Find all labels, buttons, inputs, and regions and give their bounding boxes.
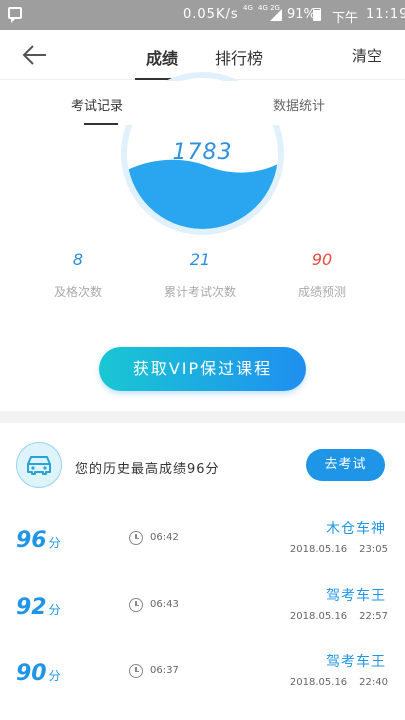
record-score-value: 92 [16,595,47,620]
sub-tabs: 考试记录 数据统计 [0,81,405,125]
subtab-active-indicator [84,123,118,125]
car-icon [27,456,51,475]
best-score-text: 您的历史最高成绩96分 [75,462,220,477]
prediction-label: 成绩预测 [297,285,346,299]
tab-ranking[interactable]: 排行榜 [215,45,263,69]
gauge-value: 1783 [172,140,233,165]
record-row[interactable]: 96 分 06:42 木仓车神 2018.05.16 23:05 [0,518,405,584]
car-badge [16,442,62,488]
record-score-value: 96 [16,528,47,553]
stat-prediction: 90 成绩预测 [290,250,354,300]
record-score: 90 分 [16,661,61,686]
record-row[interactable]: 92 分 06:43 驾考车王 2018.05.16 22:57 [0,585,405,651]
time-period: 下午 [332,11,359,26]
record-date: 2018.05.16 [289,611,348,622]
status-bar: 0.05K/s 4G 4G 2G 91% 下午 11:19 [0,0,405,30]
prediction-value: 90 [311,250,333,269]
section-divider [0,411,405,423]
clear-button[interactable]: 清空 [352,45,382,66]
record-duration: 06:37 [150,665,179,676]
message-icon [8,7,22,23]
record-score: 96 分 [16,528,61,553]
record-datetime: 2018.05.16 22:57 [290,611,388,622]
clock-icon [129,598,143,612]
record-score-unit: 分 [48,536,61,550]
total-exams-value: 21 [189,250,211,269]
record-duration: 06:42 [150,532,179,543]
battery-icon [313,8,321,21]
record-datetime: 2018.05.16 23:05 [290,544,388,555]
clock-time: 11:19 [366,7,405,22]
back-arrow-icon[interactable] [20,42,50,68]
record-time: 22:57 [359,611,388,622]
record-score-unit: 分 [48,603,61,617]
signal-icon [270,9,282,21]
network-speed: 0.05K/s [183,7,239,22]
network-type-1: 4G [243,4,253,12]
record-duration: 06:43 [150,599,179,610]
record-score: 92 分 [16,595,61,620]
record-title: 驾考车王 [326,654,386,670]
clock-icon [129,531,143,545]
record-score-unit: 分 [48,669,61,683]
tab-exam-records[interactable]: 考试记录 [71,95,123,114]
tab-data-stats[interactable]: 数据统计 [273,95,325,114]
pass-count-value: 8 [72,250,84,269]
stat-pass-count: 8 及格次数 [46,250,110,300]
record-date: 2018.05.16 [289,544,348,555]
record-score-value: 90 [16,661,47,686]
record-row[interactable]: 90 分 06:37 驾考车王 2018.05.16 22:40 [0,651,405,717]
record-date: 2018.05.16 [289,677,348,688]
total-exams-label: 累计考试次数 [163,285,236,299]
clock-icon [129,664,143,678]
record-time: 22:40 [359,677,388,688]
record-title: 驾考车王 [326,588,386,604]
record-time: 23:05 [359,544,388,555]
battery-percent: 91% [287,7,316,22]
vip-course-button[interactable]: 获取VIP保过课程 [99,347,306,391]
take-exam-button[interactable]: 去考试 [306,449,385,481]
stat-total-exams: 21 累计考试次数 [150,250,250,300]
record-datetime: 2018.05.16 22:40 [290,677,388,688]
pass-count-label: 及格次数 [53,285,102,299]
record-title: 木仓车神 [326,521,386,537]
tab-score[interactable]: 成绩 [146,45,178,69]
